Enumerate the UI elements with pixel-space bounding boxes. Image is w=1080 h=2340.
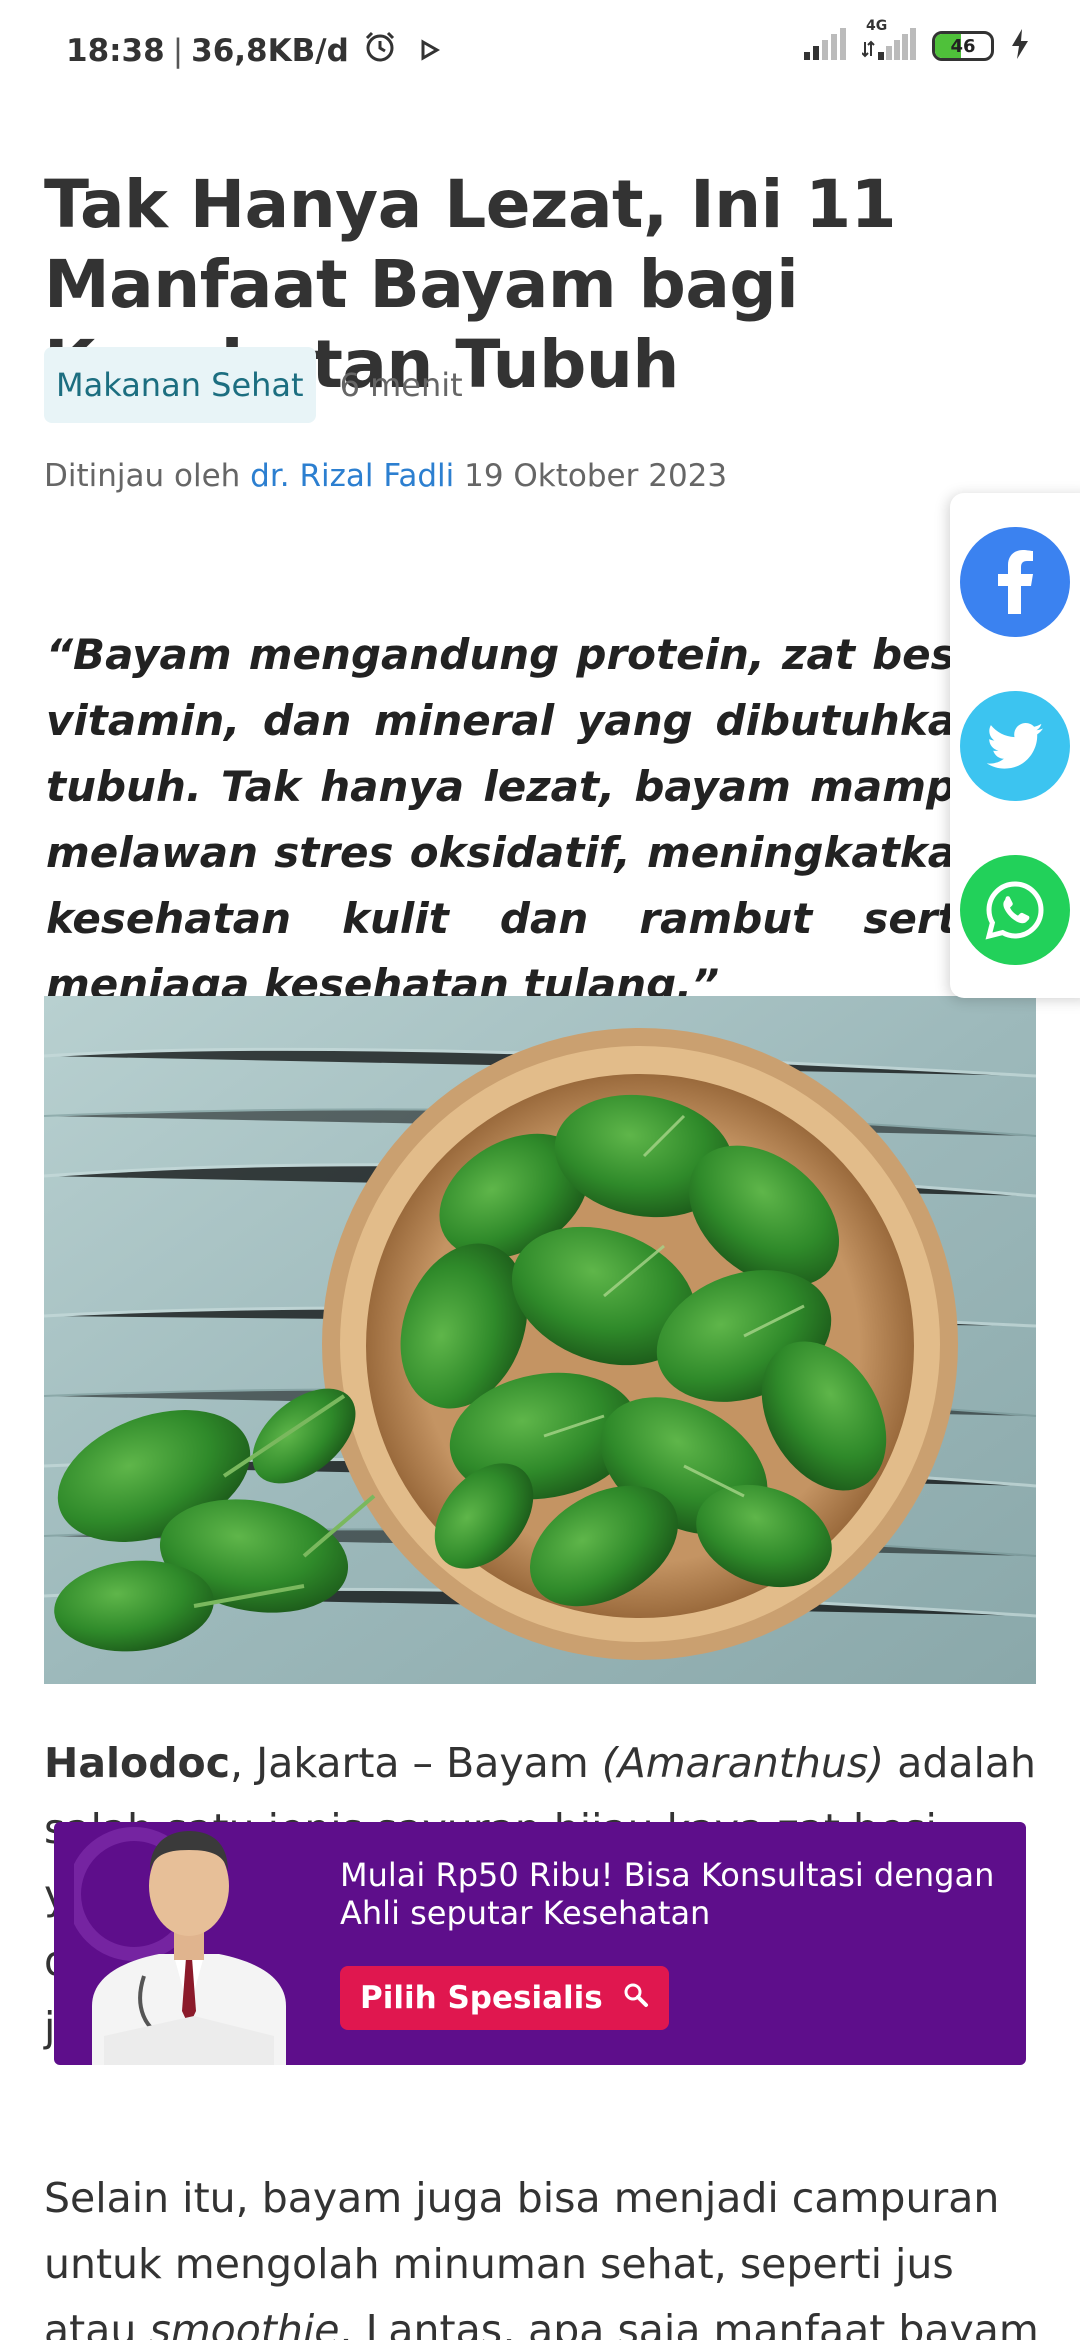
status-bar: 18:38 | 36,8KB/d 4G 46 [0, 0, 1080, 100]
play-icon [419, 33, 441, 69]
reviewed-prefix: Ditinjau oleh [44, 458, 241, 494]
status-separator: | [172, 33, 184, 69]
article-meta: Makanan Sehat 6 menit [44, 347, 463, 423]
signal-4g-icon: 4G [861, 18, 916, 64]
battery-level: 46 [950, 35, 976, 57]
reviewer-link[interactable]: dr. Rizal Fadli [250, 458, 454, 494]
share-facebook-button[interactable] [960, 527, 1070, 637]
smoothie-term: smoothie [149, 2306, 340, 2340]
share-whatsapp-button[interactable] [960, 855, 1070, 965]
reviewed-by: Ditinjau oleh dr. Rizal Fadli 19 Oktober… [44, 458, 727, 494]
status-data-speed: 36,8KB/d [191, 33, 349, 69]
whatsapp-icon [985, 881, 1044, 940]
choose-specialist-label: Pilih Spesialis [360, 1980, 603, 2016]
share-twitter-button[interactable] [960, 691, 1070, 801]
alarm-icon [363, 30, 397, 72]
paragraph-2-text-b: . Lantas, apa saja manfaat bayam [339, 2306, 1039, 2340]
status-time: 18:38 [66, 33, 165, 69]
category-badge[interactable]: Makanan Sehat [44, 347, 316, 423]
article-quote: “Bayam mengandung protein, zat besi, vit… [46, 630, 986, 1009]
network-label: 4G [866, 18, 888, 34]
choose-specialist-button[interactable]: Pilih Spesialis [340, 1966, 669, 2030]
latin-name: (Amaranthus) [601, 1739, 885, 1787]
doctor-illustration [67, 1776, 304, 2065]
status-right: 4G 46 [802, 18, 1030, 64]
share-panel [950, 493, 1080, 998]
status-left: 18:38 | 36,8KB/d [66, 30, 441, 72]
spinach-image [44, 996, 1036, 1684]
article-date: 19 Oktober 2023 [464, 458, 728, 494]
search-icon [623, 1980, 649, 2016]
read-time: 6 menit [339, 366, 463, 404]
charging-icon [1010, 29, 1030, 63]
signal-icon [802, 28, 846, 64]
consultation-promo-banner[interactable]: Mulai Rp50 Ribu! Bisa Konsultasi dengan … [54, 1822, 1026, 2065]
article-paragraph-2: Selain itu, bayam juga bisa menjadi camp… [44, 2165, 1039, 2340]
facebook-icon [998, 550, 1033, 614]
promo-text: Mulai Rp50 Ribu! Bisa Konsultasi dengan … [340, 1856, 995, 1932]
battery-icon: 46 [932, 31, 994, 61]
twitter-icon [987, 723, 1043, 769]
